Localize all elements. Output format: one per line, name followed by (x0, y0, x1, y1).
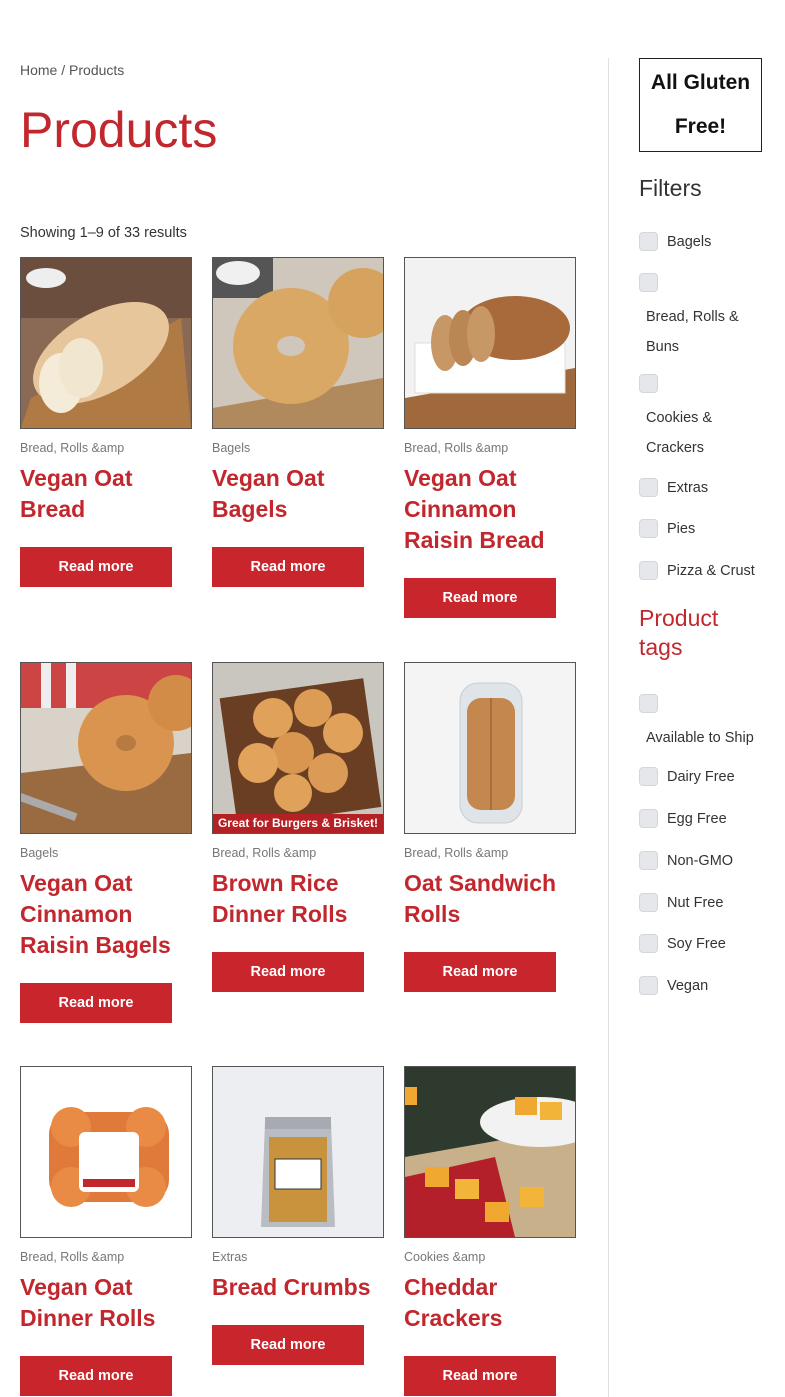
breadcrumb: Home / Products (20, 62, 124, 78)
tag-label: Available to Ship (646, 730, 754, 746)
read-more-button[interactable]: Read more (20, 1356, 172, 1396)
filter-label: Pies (667, 520, 696, 537)
tag-label: Non-GMO (667, 852, 734, 869)
tag-checkbox[interactable] (639, 976, 658, 995)
product-title[interactable]: Oat Sandwich Rolls (404, 868, 576, 930)
product-title[interactable]: Bread Crumbs (212, 1272, 384, 1303)
product-image-bread-crumbs[interactable] (212, 1066, 384, 1238)
product-category[interactable]: Bread, Rolls &amp (404, 846, 576, 862)
filter-pies[interactable]: Pies (639, 519, 695, 538)
product-category[interactable]: Bread, Rolls &amp (20, 1250, 192, 1266)
product-card: Cookies &amp Cheddar Crackers Read more (404, 1066, 576, 1396)
product-image-oat-sandwich-rolls[interactable] (404, 662, 576, 834)
tag-non-gmo[interactable]: Non-GMO (639, 851, 733, 870)
filter-extras[interactable]: Extras (639, 478, 708, 497)
product-title[interactable]: Vegan Oat Bagels (212, 463, 384, 525)
read-more-button[interactable]: Read more (212, 1325, 364, 1365)
product-image-cinnamon-raisin-bagels[interactable] (20, 662, 192, 834)
read-more-button[interactable]: Read more (212, 952, 364, 992)
tag-label: Soy Free (667, 935, 726, 952)
tag-available-to-ship[interactable]: Available to Ship (639, 694, 754, 753)
product-category[interactable]: Extras (212, 1250, 384, 1266)
tag-checkbox[interactable] (639, 809, 658, 828)
product-category[interactable]: Bread, Rolls &amp (404, 441, 576, 457)
product-image-cinnamon-raisin-bread[interactable] (404, 257, 576, 429)
filter-bagels[interactable]: Bagels (639, 232, 711, 251)
tag-egg-free[interactable]: Egg Free (639, 809, 727, 828)
filter-label: Bagels (667, 233, 712, 250)
product-category[interactable]: Bagels (212, 441, 384, 457)
filter-pizza-crust[interactable]: Pizza & Crust (639, 561, 755, 580)
product-title[interactable]: Vegan Oat Cinnamon Raisin Bagels (20, 868, 192, 961)
product-category[interactable]: Bread, Rolls &amp (212, 846, 384, 862)
read-more-button[interactable]: Read more (212, 547, 364, 587)
product-category[interactable]: Bread, Rolls &amp (20, 441, 192, 457)
tag-checkbox[interactable] (639, 694, 658, 713)
read-more-button[interactable]: Read more (404, 952, 556, 992)
product-image-cheddar-crackers[interactable] (404, 1066, 576, 1238)
tag-vegan[interactable]: Vegan (639, 976, 708, 995)
sidebar-divider (608, 58, 609, 1397)
filter-checkbox[interactable] (639, 561, 658, 580)
gluten-free-promo: All Gluten Free! (639, 58, 762, 152)
read-more-button[interactable]: Read more (20, 547, 172, 587)
filter-checkbox[interactable] (639, 374, 658, 393)
product-title[interactable]: Vegan Oat Cinnamon Raisin Bread (404, 463, 576, 556)
filter-checkbox[interactable] (639, 478, 658, 497)
product-card: Bagels Vegan Oat Bagels Read more (212, 257, 384, 587)
product-card: Bread, Rolls &amp Vegan Oat Dinner Rolls… (20, 1066, 192, 1396)
tag-checkbox[interactable] (639, 893, 658, 912)
read-more-button[interactable]: Read more (404, 1356, 556, 1396)
product-card: Extras Bread Crumbs Read more (212, 1066, 384, 1365)
breadcrumb-separator: / (61, 62, 66, 78)
filter-cookies-crackers[interactable]: Cookies & Crackers (639, 374, 769, 463)
product-title[interactable]: Cheddar Crackers (404, 1272, 576, 1334)
promo-banner: Great for Burgers & Brisket! (213, 814, 383, 833)
promo-line-2: Free! (674, 115, 727, 138)
product-card: Great for Burgers & Brisket! Bread, Roll… (212, 662, 384, 992)
product-card: Bagels Vegan Oat Cinnamon Raisin Bagels … (20, 662, 192, 1023)
read-more-button[interactable]: Read more (20, 983, 172, 1023)
tag-label: Egg Free (667, 810, 727, 827)
product-title[interactable]: Vegan Oat Bread (20, 463, 192, 525)
tag-checkbox[interactable] (639, 851, 658, 870)
filter-label: Extras (667, 479, 709, 496)
product-image-brown-rice-rolls[interactable]: Great for Burgers & Brisket! (212, 662, 384, 834)
filter-checkbox[interactable] (639, 273, 658, 292)
filter-checkbox[interactable] (639, 232, 658, 251)
tag-checkbox[interactable] (639, 767, 658, 786)
product-title[interactable]: Brown Rice Dinner Rolls (212, 868, 384, 930)
product-tags-heading: Product tags (639, 605, 719, 660)
product-image-oat-bagels[interactable] (212, 257, 384, 429)
breadcrumb-home-link[interactable]: Home (20, 62, 57, 78)
product-card: Bread, Rolls &amp Vegan Oat Bread Read m… (20, 257, 192, 587)
breadcrumb-current: Products (69, 62, 125, 78)
read-more-button[interactable]: Read more (404, 578, 556, 618)
sidebar: All Gluten Free! Filters Bagels Bread, R… (639, 58, 769, 995)
product-card: Bread, Rolls &amp Oat Sandwich Rolls Rea… (404, 662, 576, 992)
product-card: Bread, Rolls &amp Vegan Oat Cinnamon Rai… (404, 257, 576, 618)
tag-label: Nut Free (667, 894, 724, 911)
filter-label: Pizza & Crust (667, 562, 755, 579)
product-image-oat-bread[interactable] (20, 257, 192, 429)
tag-checkbox[interactable] (639, 934, 658, 953)
tag-soy-free[interactable]: Soy Free (639, 934, 726, 953)
result-count: Showing 1–9 of 33 results (20, 225, 187, 241)
promo-line-1: All Gluten (650, 71, 751, 94)
filters-heading: Filters (639, 175, 702, 201)
tag-label: Vegan (667, 977, 709, 994)
filter-label: Cookies & Crackers (646, 410, 713, 456)
product-title[interactable]: Vegan Oat Dinner Rolls (20, 1272, 192, 1334)
tag-dairy-free[interactable]: Dairy Free (639, 767, 735, 786)
tag-label: Dairy Free (667, 768, 735, 785)
page-title: Products (20, 102, 218, 158)
product-category[interactable]: Cookies &amp (404, 1250, 576, 1266)
filter-checkbox[interactable] (639, 519, 658, 538)
filter-label: Bread, Rolls & Buns (646, 309, 739, 355)
tag-nut-free[interactable]: Nut Free (639, 893, 723, 912)
filter-bread-rolls-buns[interactable]: Bread, Rolls & Buns (639, 273, 769, 362)
product-image-vegan-oat-dinner-rolls[interactable] (20, 1066, 192, 1238)
product-category[interactable]: Bagels (20, 846, 192, 862)
